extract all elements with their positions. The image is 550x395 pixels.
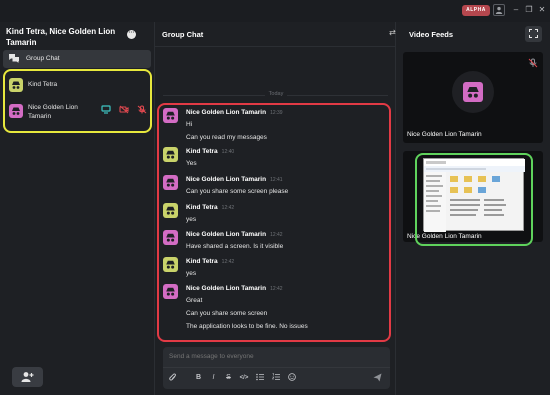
incognito-icon bbox=[12, 81, 20, 89]
add-user-button[interactable] bbox=[12, 367, 43, 387]
bulleted-list-icon[interactable] bbox=[255, 373, 264, 383]
message-text: Great bbox=[186, 297, 203, 304]
message-time: 12:42 bbox=[221, 205, 235, 211]
avatar bbox=[9, 78, 23, 92]
avatar bbox=[452, 71, 494, 113]
divider bbox=[163, 367, 390, 368]
message-sender: Nice Golden Lion Tamarin 12:42 bbox=[186, 231, 283, 238]
video-tile-name: Nice Golden Lion Tamarin bbox=[407, 131, 482, 138]
avatar bbox=[163, 284, 178, 299]
video-feeds-title: Video Feeds bbox=[409, 30, 454, 39]
avatar bbox=[9, 104, 23, 118]
conversation-title: Kind Tetra, Nice Golden Lion Tamarin bbox=[6, 27, 116, 47]
chat-bubbles-icon bbox=[9, 54, 19, 63]
member-name: Nice Golden Lion Tamarin bbox=[28, 104, 78, 120]
avatar bbox=[163, 203, 178, 218]
incognito-icon bbox=[467, 87, 479, 98]
chat-panel: Group Chat ⇄ Today Nice Golden Lion Tama… bbox=[155, 22, 396, 395]
group-chat-label: Group Chat bbox=[26, 55, 60, 62]
message-text: Can you share some screen bbox=[186, 310, 268, 317]
screen-share-highlight bbox=[415, 153, 533, 246]
send-icon[interactable] bbox=[372, 373, 382, 383]
avatar bbox=[163, 147, 178, 162]
message-text: yes bbox=[186, 270, 197, 277]
close-icon[interactable]: ✕ bbox=[537, 5, 547, 15]
incognito-icon bbox=[166, 150, 175, 159]
italic-icon[interactable]: I bbox=[209, 373, 218, 383]
message-sender: Kind Tetra 12:42 bbox=[186, 258, 235, 265]
emoji-icon[interactable] bbox=[287, 373, 297, 383]
incognito-icon bbox=[166, 111, 175, 120]
add-user-icon bbox=[21, 372, 34, 382]
message-sender: Nice Golden Lion Tamarin 12:41 bbox=[186, 176, 283, 183]
message-composer: B I S </> bbox=[163, 347, 390, 389]
avatar bbox=[163, 230, 178, 245]
mic-off-icon bbox=[137, 105, 147, 114]
swap-panels-icon[interactable]: ⇄ bbox=[389, 28, 396, 37]
message-text: Hi bbox=[186, 121, 193, 128]
more-options-icon[interactable]: ··· bbox=[127, 30, 136, 39]
incognito-icon bbox=[166, 206, 175, 215]
incognito-icon bbox=[166, 178, 175, 187]
message-sender: Kind Tetra 12:40 bbox=[186, 148, 235, 155]
alpha-badge: ALPHA bbox=[462, 5, 490, 16]
user-icon bbox=[495, 6, 503, 14]
message-time: 12:41 bbox=[270, 177, 283, 183]
member-kind-tetra[interactable]: Kind Tetra bbox=[9, 76, 149, 96]
fullscreen-icon bbox=[529, 29, 538, 38]
expand-feeds-button[interactable] bbox=[525, 26, 542, 42]
avatar bbox=[163, 108, 178, 123]
screen-share-icon bbox=[101, 105, 111, 114]
video-tile[interactable]: Nice Golden Lion Tamarin bbox=[403, 52, 543, 143]
bold-icon[interactable]: B bbox=[194, 373, 203, 383]
message-sender: Nice Golden Lion Tamarin 12:39 bbox=[186, 109, 283, 116]
message-text: yes bbox=[186, 216, 197, 223]
mic-off-icon bbox=[528, 58, 538, 68]
divider bbox=[155, 46, 396, 47]
message-sender: Kind Tetra 12:42 bbox=[186, 204, 235, 211]
camera-off-icon bbox=[119, 105, 129, 114]
numbered-list-icon[interactable] bbox=[271, 373, 280, 383]
date-divider: Today bbox=[163, 90, 388, 100]
attach-icon[interactable] bbox=[168, 373, 177, 383]
restore-icon[interactable]: ❐ bbox=[524, 5, 534, 15]
message-text: Can you read my messages bbox=[186, 134, 267, 141]
message-text: Can you share some screen please bbox=[186, 188, 289, 195]
code-icon[interactable]: </> bbox=[238, 373, 250, 383]
incognito-icon bbox=[166, 233, 175, 242]
message-text: Have shared a screen. Is it visible bbox=[186, 243, 284, 250]
message-list: Nice Golden Lion Tamarin 12:39 Hi Can you… bbox=[157, 103, 391, 342]
chat-title: Group Chat bbox=[162, 30, 204, 39]
incognito-icon bbox=[166, 260, 175, 269]
minimize-icon[interactable]: – bbox=[511, 5, 521, 15]
message-text: The application looks to be fine. No iss… bbox=[186, 323, 308, 330]
title-bar: ALPHA – ❐ ✕ bbox=[0, 0, 550, 22]
message-time: 12:42 bbox=[270, 232, 283, 238]
avatar bbox=[163, 175, 178, 190]
message-text: Yes bbox=[186, 160, 197, 167]
message-sender: Nice Golden Lion Tamarin 12:42 bbox=[186, 285, 283, 292]
message-input[interactable] bbox=[169, 353, 384, 360]
sidebar: Kind Tetra, Nice Golden Lion Tamarin ···… bbox=[0, 22, 155, 395]
incognito-icon bbox=[12, 107, 20, 115]
message-time: 12:40 bbox=[221, 149, 235, 155]
member-nice-golden-lion-tamarin[interactable]: Nice Golden Lion Tamarin bbox=[9, 100, 149, 128]
member-name: Kind Tetra bbox=[28, 81, 58, 88]
incognito-icon bbox=[166, 287, 175, 296]
account-button[interactable] bbox=[493, 4, 505, 16]
sidebar-item-group-chat[interactable]: Group Chat bbox=[3, 50, 151, 68]
message-time: 12:42 bbox=[221, 259, 235, 265]
message-time: 12:42 bbox=[270, 286, 283, 292]
members-list: Kind Tetra Nice Golden Lion Tamarin bbox=[3, 69, 152, 133]
message-time: 12:39 bbox=[270, 110, 283, 116]
avatar bbox=[163, 257, 178, 272]
date-divider-label: Today bbox=[265, 90, 287, 99]
strikethrough-icon[interactable]: S bbox=[224, 373, 233, 383]
